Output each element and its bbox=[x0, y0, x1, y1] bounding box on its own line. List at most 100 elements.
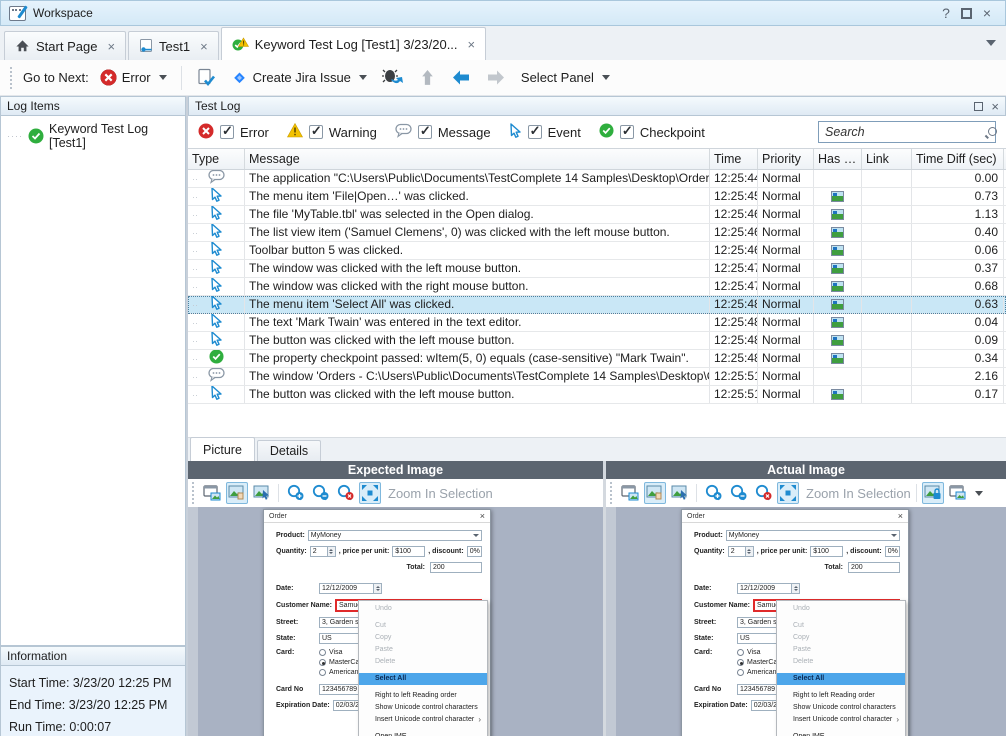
expiration-date-label: Expiration Date: bbox=[276, 702, 330, 709]
filter-checkbox[interactable] bbox=[620, 125, 634, 139]
previous-item-button[interactable] bbox=[447, 66, 475, 89]
col-type[interactable]: Type bbox=[188, 149, 245, 169]
zoom-out-button[interactable] bbox=[727, 482, 749, 504]
select-tool-button[interactable] bbox=[669, 482, 691, 504]
goto-next-error-button[interactable]: Error bbox=[96, 66, 171, 89]
show-image-in-window-button[interactable] bbox=[619, 482, 641, 504]
picture-thumbnail-icon[interactable] bbox=[831, 389, 844, 400]
customer-name-label: Customer Name: bbox=[694, 602, 750, 609]
filter-checkpoint[interactable]: Checkpoint bbox=[599, 123, 705, 141]
log-row[interactable]: The list view item ('Samuel Clemens', 0)… bbox=[188, 224, 1006, 242]
tab-close-icon[interactable]: × bbox=[200, 39, 208, 54]
filter-error[interactable]: Error bbox=[198, 123, 269, 142]
create-jira-issue-button[interactable]: Create Jira Issue bbox=[227, 66, 371, 89]
cell-link bbox=[862, 332, 912, 349]
fit-image-button[interactable] bbox=[777, 482, 799, 504]
log-row[interactable]: The text 'Mark Twain' was entered in the… bbox=[188, 314, 1006, 332]
search-box[interactable] bbox=[818, 121, 996, 143]
log-row[interactable]: The file 'MyTable.tbl' was selected in t… bbox=[188, 206, 1006, 224]
search-icon[interactable] bbox=[988, 127, 989, 138]
document-tabbar: Start Page × Test1 × Keyword Test Log [T… bbox=[0, 26, 1006, 60]
pan-tool-button[interactable] bbox=[644, 482, 666, 504]
fit-image-button[interactable] bbox=[359, 482, 381, 504]
picture-thumbnail-icon[interactable] bbox=[831, 245, 844, 256]
zoom-out-button[interactable] bbox=[309, 482, 331, 504]
zoom-reset-button[interactable] bbox=[334, 482, 356, 504]
picture-thumbnail-icon[interactable] bbox=[831, 227, 844, 238]
expected-image-view[interactable]: Order × Product: MyMoney Quantity: 2 , p… bbox=[188, 507, 603, 736]
menu-item-open-ime: Open IME bbox=[359, 731, 487, 736]
log-row[interactable]: The application "C:\Users\Public\Documen… bbox=[188, 170, 1006, 188]
log-row[interactable]: The button was clicked with the left mou… bbox=[188, 332, 1006, 350]
log-row[interactable]: The menu item 'File|Open…' was clicked.1… bbox=[188, 188, 1006, 206]
cell-time-diff: 0.73 bbox=[912, 188, 1004, 205]
panel-close-icon[interactable]: × bbox=[991, 99, 999, 114]
toolbar-grip[interactable] bbox=[610, 482, 613, 504]
actual-image-view[interactable]: Order × Product: MyMoney Quantity: 2 , p… bbox=[606, 507, 1006, 736]
search-input[interactable] bbox=[825, 125, 988, 139]
help-button[interactable]: ? bbox=[936, 5, 956, 21]
picture-thumbnail-icon[interactable] bbox=[831, 335, 844, 346]
col-message[interactable]: Message bbox=[245, 149, 710, 169]
zoom-in-button[interactable] bbox=[284, 482, 306, 504]
tab-close-icon[interactable]: × bbox=[107, 39, 115, 54]
filter-checkbox[interactable] bbox=[528, 125, 542, 139]
close-button[interactable]: × bbox=[977, 5, 997, 21]
log-row[interactable]: The button was clicked with the left mou… bbox=[188, 386, 1006, 404]
picture-thumbnail-icon[interactable] bbox=[831, 281, 844, 292]
log-row[interactable]: The menu item 'Select All' was clicked.1… bbox=[188, 296, 1006, 314]
log-row[interactable]: The property checkpoint passed: wItem(5,… bbox=[188, 350, 1006, 368]
lock-view-button[interactable] bbox=[922, 482, 944, 504]
toolbar-grip[interactable] bbox=[192, 482, 195, 504]
pan-tool-button[interactable] bbox=[226, 482, 248, 504]
col-priority[interactable]: Priority bbox=[758, 149, 814, 169]
tab-start-page[interactable]: Start Page × bbox=[4, 31, 126, 60]
picture-thumbnail-icon[interactable] bbox=[831, 209, 844, 220]
tab-keyword-test-log[interactable]: Keyword Test Log [Test1] 3/23/20... × bbox=[221, 27, 486, 60]
col-time-diff[interactable]: Time Diff (sec) bbox=[912, 149, 1004, 169]
tab-overflow-icon[interactable] bbox=[986, 40, 996, 46]
picture-thumbnail-icon[interactable] bbox=[831, 299, 844, 310]
tree-item-keyword-test-log[interactable]: ···· Keyword Test Log [Test1] bbox=[5, 121, 181, 151]
tab-test1[interactable]: Test1 × bbox=[128, 31, 219, 60]
card-label: Card: bbox=[694, 649, 734, 656]
col-link[interactable]: Link bbox=[862, 149, 912, 169]
tab-details[interactable]: Details bbox=[257, 440, 321, 461]
generate-report-button[interactable] bbox=[192, 65, 220, 91]
filter-checkbox[interactable] bbox=[220, 125, 234, 139]
cell-message: The text 'Mark Twain' was entered in the… bbox=[245, 314, 710, 331]
select-tool-button[interactable] bbox=[251, 482, 273, 504]
maximize-button[interactable] bbox=[961, 8, 972, 19]
col-time[interactable]: Time bbox=[710, 149, 758, 169]
log-row[interactable]: The window 'Orders - C:\Users\Public\Doc… bbox=[188, 368, 1006, 386]
log-row[interactable]: Toolbar button 5 was clicked.12:25:46Nor… bbox=[188, 242, 1006, 260]
filter-checkbox[interactable] bbox=[418, 125, 432, 139]
menu-item-cut: Cut bbox=[359, 620, 487, 632]
picture-thumbnail-icon[interactable] bbox=[831, 191, 844, 202]
filter-checkbox[interactable] bbox=[309, 125, 323, 139]
picture-thumbnail-icon[interactable] bbox=[831, 353, 844, 364]
tab-picture[interactable]: Picture bbox=[190, 437, 255, 461]
picture-thumbnail-icon[interactable] bbox=[831, 317, 844, 328]
next-item-button[interactable] bbox=[482, 66, 510, 89]
filter-event[interactable]: Event bbox=[509, 123, 581, 141]
jump-to-bug-button[interactable] bbox=[378, 65, 408, 90]
chevron-down-icon[interactable] bbox=[975, 491, 983, 496]
zoom-reset-button[interactable] bbox=[752, 482, 774, 504]
panel-maximize-icon[interactable] bbox=[974, 102, 983, 111]
view-mode-button[interactable] bbox=[947, 482, 969, 504]
log-row[interactable]: The window was clicked with the right mo… bbox=[188, 278, 1006, 296]
col-has-picture[interactable]: Has Pi... bbox=[814, 149, 862, 169]
picture-thumbnail-icon[interactable] bbox=[831, 263, 844, 274]
tab-close-icon[interactable]: × bbox=[468, 37, 476, 52]
toolbar-grip[interactable] bbox=[10, 67, 13, 89]
filter-warning[interactable]: Warning bbox=[287, 123, 377, 141]
filter-message[interactable]: Message bbox=[395, 123, 491, 141]
log-items-sidebar: Log Items ···· Keyword Test Log [Test1] … bbox=[0, 96, 188, 736]
zoom-in-button[interactable] bbox=[702, 482, 724, 504]
total-label: Total: bbox=[406, 564, 425, 571]
select-panel-button[interactable]: Select Panel bbox=[517, 67, 614, 88]
show-image-in-window-button[interactable] bbox=[201, 482, 223, 504]
log-row[interactable]: The window was clicked with the left mou… bbox=[188, 260, 1006, 278]
go-up-button[interactable] bbox=[415, 66, 440, 90]
